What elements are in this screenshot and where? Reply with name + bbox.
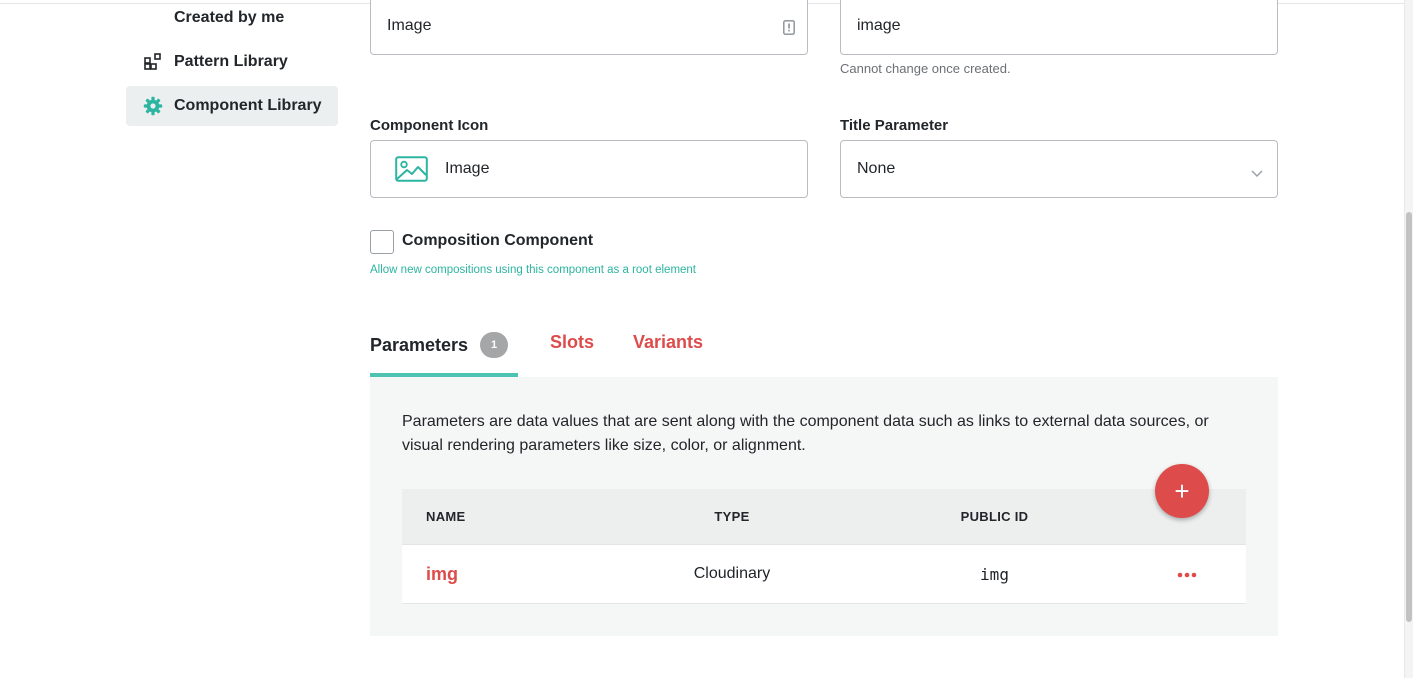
more-options-icon[interactable]: [1177, 572, 1197, 578]
sidebar-item-label: Pattern Library: [174, 53, 288, 70]
sidebar-item-pattern-library[interactable]: Pattern Library: [126, 42, 338, 82]
tab-parameters-label: Parameters: [370, 334, 469, 355]
public-id-input[interactable]: image: [840, 0, 1278, 55]
component-icon-label: Component Icon: [370, 117, 489, 134]
tab-slots[interactable]: Slots: [550, 332, 594, 353]
tab-parameters[interactable]: Parameters 1: [370, 332, 509, 358]
image-icon: [395, 156, 428, 182]
add-parameter-button[interactable]: +: [1155, 464, 1209, 518]
title-parameter-select[interactable]: None: [840, 140, 1278, 198]
composition-component-hint: Allow new compositions using this compon…: [370, 264, 697, 276]
component-icon-picker[interactable]: Image: [370, 140, 808, 198]
chevron-down-icon: [1251, 165, 1263, 183]
parameter-name-link[interactable]: img: [402, 564, 602, 585]
public-id-hint: Cannot change once created.: [840, 61, 1011, 76]
gear-icon: [143, 96, 163, 116]
column-header-type: TYPE: [714, 509, 750, 524]
sidebar-item-label: Created by me: [174, 9, 285, 26]
column-header-name: NAME: [426, 509, 466, 524]
parameter-type: Cloudinary: [693, 565, 771, 582]
component-icon-value: Image: [445, 160, 490, 177]
public-id-value: image: [857, 17, 901, 34]
parameter-public-id: img: [980, 564, 1009, 584]
sidebar-item-label: Component Library: [174, 97, 322, 114]
sidebar-item-created-by-me[interactable]: Created by me: [126, 0, 338, 38]
title-parameter-label: Title Parameter: [840, 117, 949, 134]
row-actions: [1127, 565, 1246, 583]
tab-variants[interactable]: Variants: [633, 332, 703, 353]
parameters-table: NAME TYPE PUBLIC ID img Cloudinary img: [402, 489, 1246, 604]
composition-component-checkbox[interactable]: [370, 230, 394, 254]
component-name-value: Image: [387, 17, 432, 34]
sidebar-item-component-library[interactable]: Component Library: [126, 86, 338, 126]
plus-icon: +: [1174, 475, 1190, 506]
title-parameter-value: None: [857, 160, 896, 177]
text-field-icon: [783, 20, 795, 40]
component-name-input[interactable]: Image: [370, 0, 808, 55]
pattern-grid-icon: [143, 52, 163, 72]
composition-component-label[interactable]: Composition Component: [402, 232, 593, 250]
table-header: NAME TYPE PUBLIC ID: [402, 489, 1246, 544]
parameters-count-badge: 1: [480, 332, 509, 358]
scrollbar-thumb[interactable]: [1406, 212, 1412, 622]
table-row: img Cloudinary img: [402, 544, 1246, 604]
parameters-description: Parameters are data values that are sent…: [402, 413, 1209, 454]
column-header-public-id: PUBLIC ID: [960, 509, 1029, 524]
